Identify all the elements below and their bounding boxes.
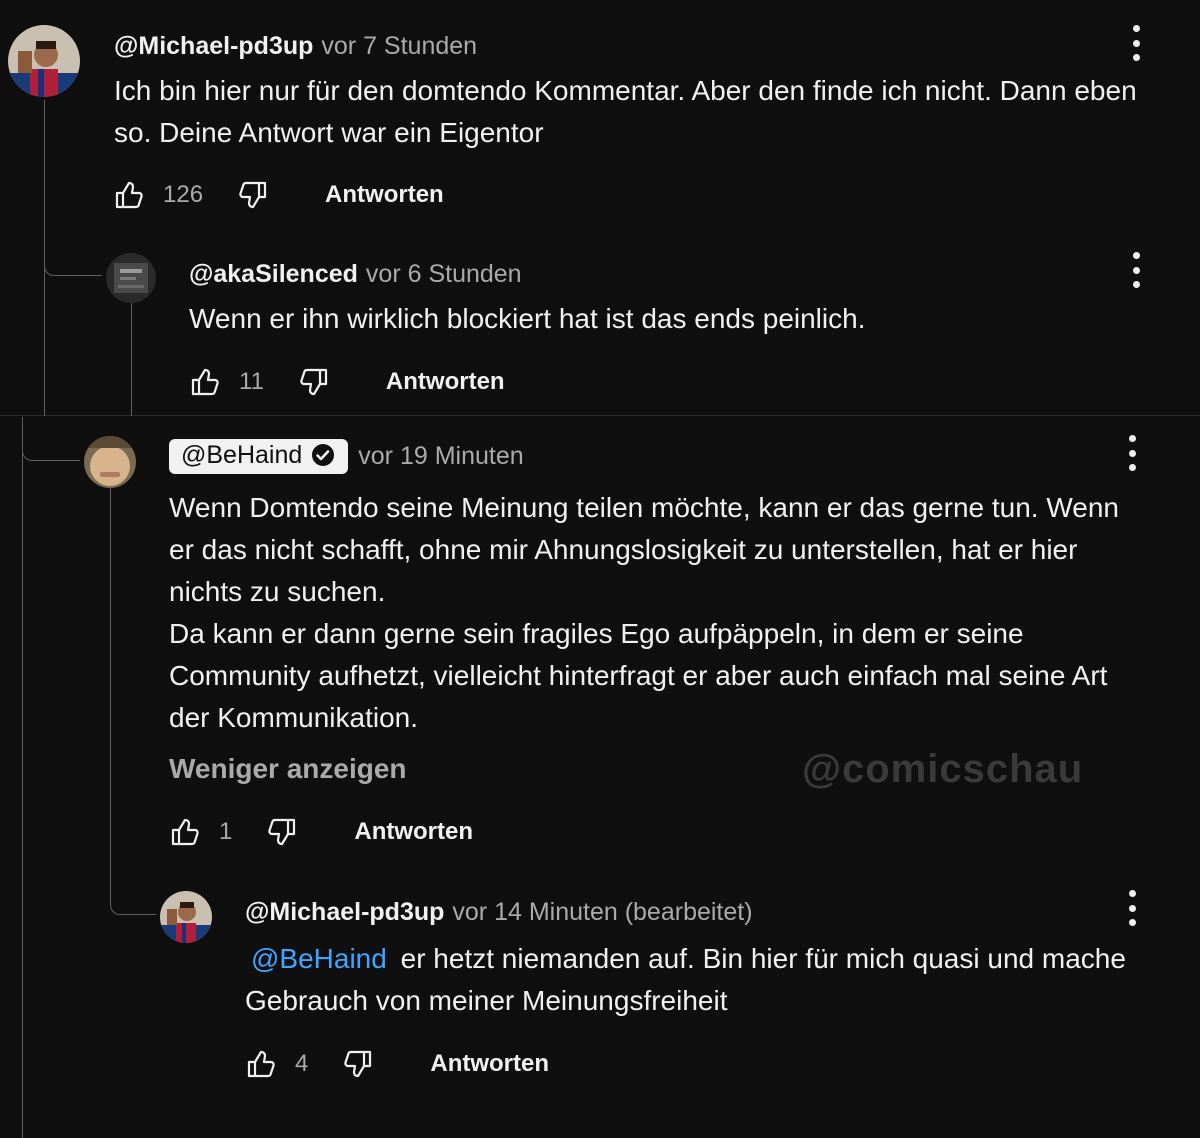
comment-text: Wenn Domtendo seine Meinung teilen möcht… xyxy=(169,487,1119,739)
mention-link[interactable]: @BeHaind xyxy=(251,943,387,974)
avatar[interactable] xyxy=(8,25,80,97)
thread-line xyxy=(110,481,111,901)
dislike-icon[interactable] xyxy=(266,816,298,848)
comment-actions: 1 Antworten xyxy=(169,812,473,852)
comment-header: @Michael-pd3up vor 7 Stunden xyxy=(114,30,477,62)
avatar-image xyxy=(160,891,212,943)
comments-panel-top: @Michael-pd3up vor 7 Stunden Ich bin hie… xyxy=(0,0,1200,416)
avatar[interactable] xyxy=(84,436,136,488)
like-icon[interactable] xyxy=(113,179,145,211)
timestamp[interactable]: vor 6 Stunden xyxy=(366,260,522,289)
reply-button[interactable]: Antworten xyxy=(430,1050,549,1078)
comment-actions: 4 Antworten xyxy=(245,1044,549,1084)
thread-line xyxy=(22,417,23,1138)
comment-line: Wenn er ihn wirklich blockiert hat ist d… xyxy=(189,303,866,334)
comment-text: @BeHaind er hetzt niemanden auf. Bin hie… xyxy=(245,938,1126,1022)
dislike-icon[interactable] xyxy=(342,1048,374,1080)
avatar-image xyxy=(106,253,156,303)
avatar-image xyxy=(84,436,136,488)
reply-button[interactable]: Antworten xyxy=(325,181,444,209)
thread-connector xyxy=(44,240,102,276)
author-name[interactable]: @Michael-pd3up xyxy=(114,32,313,61)
like-count: 126 xyxy=(163,181,204,208)
avatar[interactable] xyxy=(160,891,212,943)
timestamp[interactable]: vor 14 Minuten (bearbeitet) xyxy=(452,898,752,927)
show-less-button[interactable]: Weniger anzeigen xyxy=(169,753,407,785)
avatar-image xyxy=(8,25,80,97)
like-count: 4 xyxy=(295,1050,309,1077)
thread-line xyxy=(131,300,132,416)
like-icon[interactable] xyxy=(245,1048,277,1080)
author-badge[interactable]: @BeHaind xyxy=(169,438,349,474)
dislike-icon[interactable] xyxy=(298,366,330,398)
comment-actions: 126 Antworten xyxy=(113,175,444,215)
thread-connector xyxy=(22,417,80,461)
comment-header: @Michael-pd3up vor 14 Minuten (bearbeite… xyxy=(245,896,753,928)
comment-text: Wenn er ihn wirklich blockiert hat ist d… xyxy=(189,298,865,340)
reply-button[interactable]: Antworten xyxy=(354,818,473,846)
comments-panel-bottom: @BeHaind vor 19 Minuten Wenn Domtendo se… xyxy=(0,417,1200,1138)
comment-line: nichts zu suchen. xyxy=(169,576,386,607)
comment-line: er das nicht schafft, ohne mir Ahnungslo… xyxy=(169,534,1078,565)
more-vert-icon[interactable] xyxy=(1125,890,1139,926)
comment-text: Ich bin hier nur für den domtendo Kommen… xyxy=(114,70,1137,154)
comment-line: Community aufhetzt, vielleicht hinterfra… xyxy=(169,660,1108,691)
comment-line: Da kann er dann gerne sein fragiles Ego … xyxy=(169,618,1024,649)
comment-line: Gebrauch von meiner Meinungsfreiheit xyxy=(245,985,728,1016)
like-icon[interactable] xyxy=(189,366,221,398)
verified-check-icon xyxy=(312,444,335,466)
author-name[interactable]: @akaSilenced xyxy=(189,260,358,289)
comment-actions: 11 Antworten xyxy=(189,362,505,402)
more-vert-icon[interactable] xyxy=(1129,252,1143,288)
avatar[interactable] xyxy=(106,253,156,303)
thread-connector xyxy=(110,857,156,915)
reply-button[interactable]: Antworten xyxy=(386,368,505,396)
more-vert-icon[interactable] xyxy=(1129,25,1143,61)
comment-header: @akaSilenced vor 6 Stunden xyxy=(189,258,522,290)
timestamp[interactable]: vor 19 Minuten xyxy=(358,442,523,471)
comment-line: @BeHaind er hetzt niemanden auf. Bin hie… xyxy=(245,938,1126,980)
author-name: @BeHaind xyxy=(181,440,303,469)
comment-line: der Kommunikation. xyxy=(169,702,419,733)
comment-header: @BeHaind vor 19 Minuten xyxy=(169,435,524,477)
comment-line: so. Deine Antwort war ein Eigentor xyxy=(114,117,544,148)
dislike-icon[interactable] xyxy=(237,179,269,211)
comment-line-text: er hetzt niemanden auf. Bin hier für mic… xyxy=(400,943,1126,974)
comment-line: Wenn Domtendo seine Meinung teilen möcht… xyxy=(169,492,1119,523)
timestamp[interactable]: vor 7 Stunden xyxy=(321,32,477,61)
like-count: 1 xyxy=(219,818,233,845)
comment-line: Ich bin hier nur für den domtendo Kommen… xyxy=(114,75,1137,106)
like-icon[interactable] xyxy=(169,816,201,848)
author-name[interactable]: @Michael-pd3up xyxy=(245,898,444,927)
like-count: 11 xyxy=(239,368,264,395)
more-vert-icon[interactable] xyxy=(1125,435,1139,471)
watermark: @comicschau xyxy=(802,747,1084,791)
